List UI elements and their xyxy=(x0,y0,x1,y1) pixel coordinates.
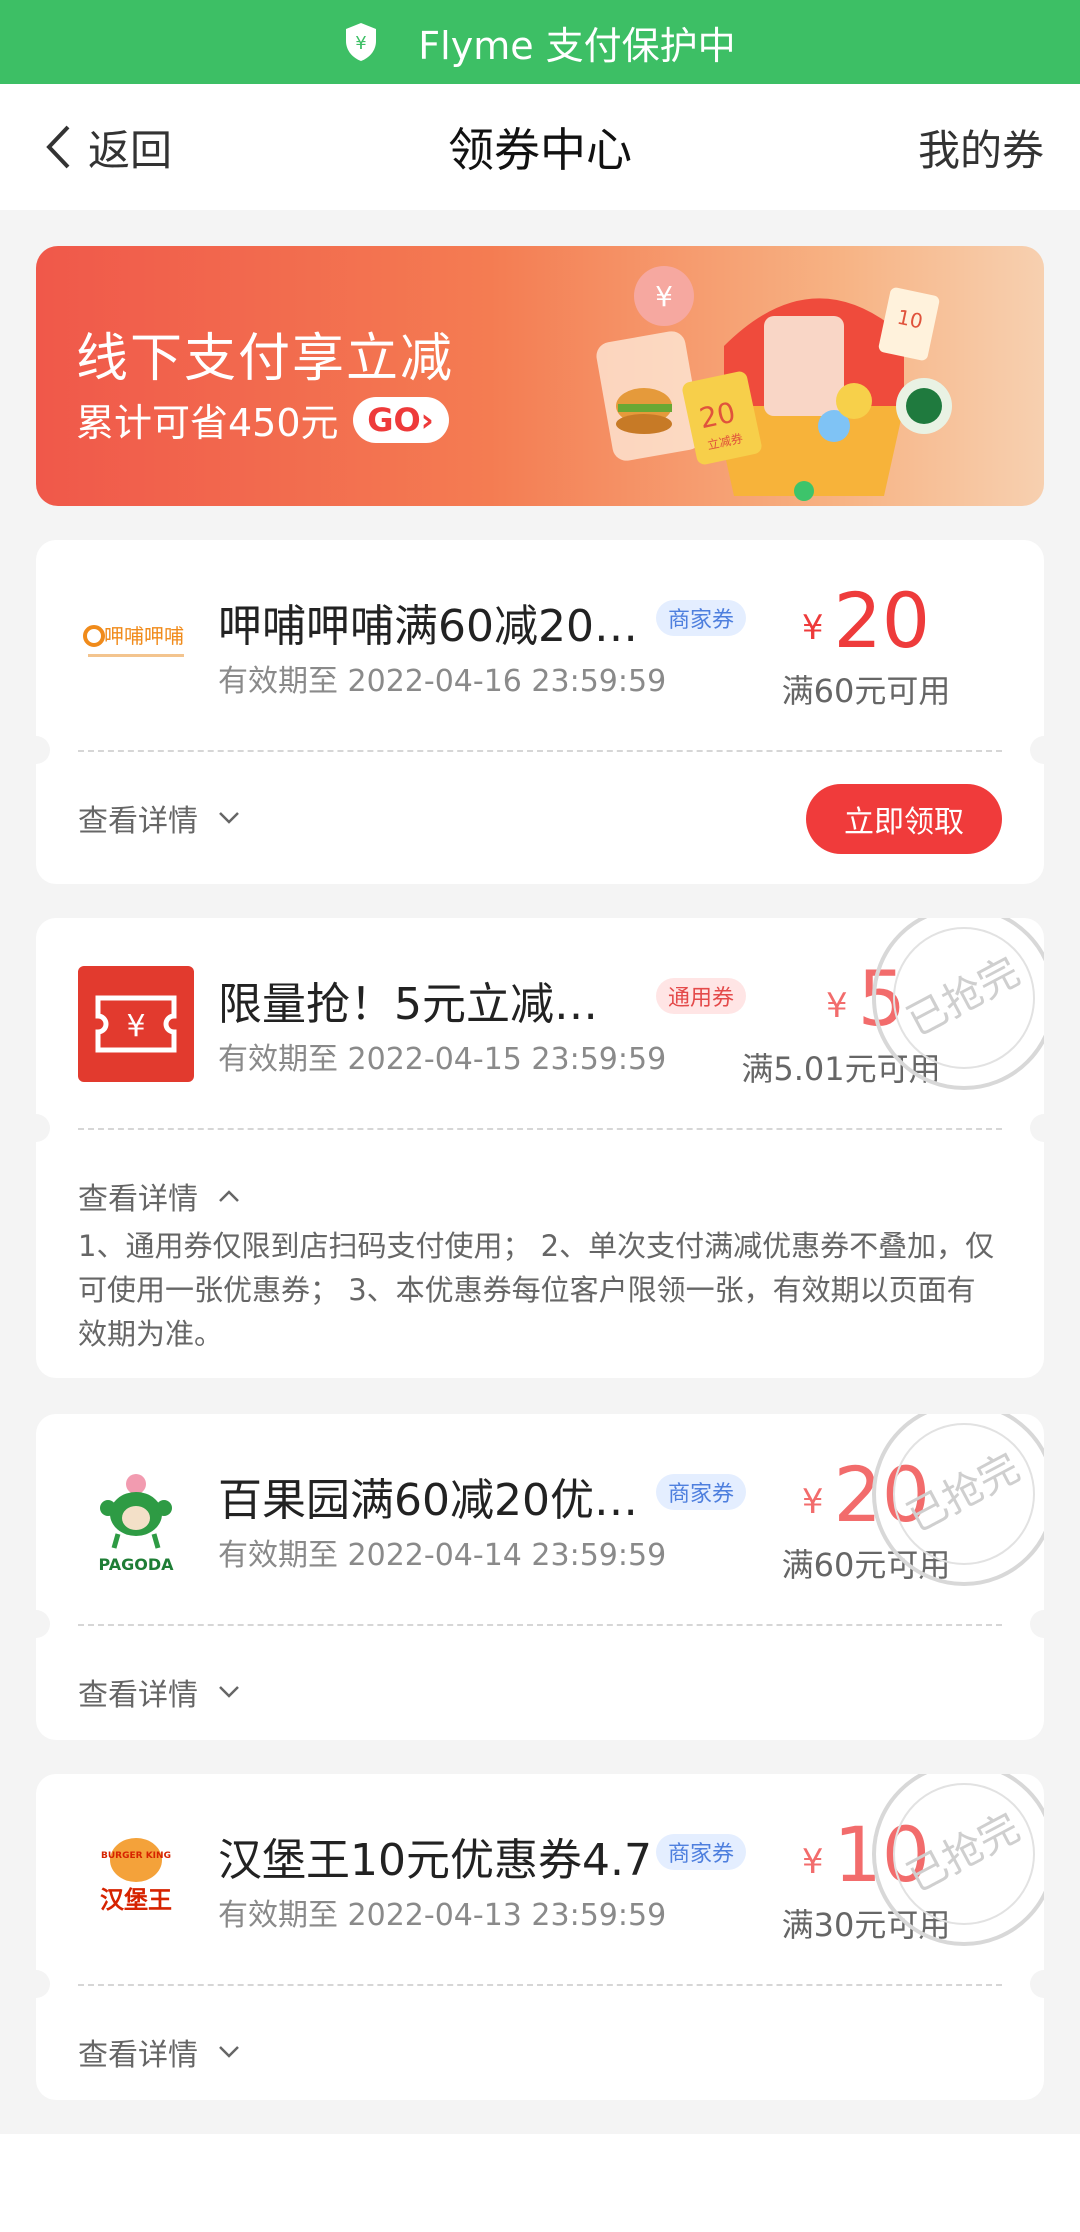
coupon-title: 限量抢！5元立减… xyxy=(218,979,598,1030)
merchant-logo: PAGODA xyxy=(78,1462,194,1578)
stamp-text: 已抢完 xyxy=(900,1805,1028,1902)
merchant-logo-text: PAGODA xyxy=(98,1555,174,1574)
view-details-toggle[interactable]: 查看详情 xyxy=(78,796,240,840)
ticket-notch xyxy=(36,736,50,764)
coupon-rules: 1、通用券仅限到店扫码支付使用； 2、单次支付满减优惠券不叠加，仅可使用一张优惠… xyxy=(78,1229,995,1351)
coupon-card: PAGODA 百果园满60减20优… 商家券 有效期至 2022-04-14 2… xyxy=(36,1414,1044,1740)
ticket-notch xyxy=(1030,1610,1044,1638)
burger-king-logo-icon: BURGER KING 汉堡王 xyxy=(100,1838,172,1914)
coupon-title: 呷哺呷哺满60减20… xyxy=(218,601,638,652)
view-details-label: 查看详情 xyxy=(78,1678,198,1713)
stamp-text: 已抢完 xyxy=(900,1445,1028,1542)
bottom-spacer xyxy=(0,2134,1080,2232)
currency-symbol: ¥ xyxy=(801,608,824,648)
ticket-notch xyxy=(1030,736,1044,764)
ticket-notch xyxy=(36,1970,50,1998)
view-details-label: 查看详情 xyxy=(78,1182,198,1217)
ticket-notch xyxy=(1030,1114,1044,1142)
coupon-card: 呷哺呷哺 呷哺呷哺满60减20… 商家券 有效期至 2022-04-16 23:… xyxy=(36,540,1044,884)
view-details-toggle[interactable]: 查看详情 xyxy=(78,2030,240,2074)
chevron-down-icon xyxy=(219,2046,239,2058)
min-spend: 满60元可用 xyxy=(781,672,951,710)
sold-out-stamp: 已抢完 xyxy=(872,1774,1044,1946)
coupon-amount: ¥20 xyxy=(746,576,986,665)
chevron-up-icon xyxy=(219,1190,239,1202)
view-details-toggle[interactable]: 查看详情 xyxy=(78,1174,240,1218)
sold-out-stamp: 已抢完 xyxy=(872,918,1044,1090)
divider xyxy=(78,1984,1002,1986)
coupon-expiry: 有效期至 2022-04-15 23:59:59 xyxy=(218,1042,667,1077)
currency-symbol: ¥ xyxy=(801,1842,824,1882)
chevron-down-icon xyxy=(219,1686,239,1698)
svg-text:¥: ¥ xyxy=(356,33,367,54)
coupon-ticket-icon: ¥ xyxy=(78,966,194,1082)
coupon-expiry: 有效期至 2022-04-14 23:59:59 xyxy=(218,1538,667,1573)
ticket-notch xyxy=(1030,1970,1044,1998)
divider xyxy=(78,750,1002,752)
banner-subtitle-row: 累计可省450元 GO › xyxy=(76,392,449,447)
view-details-label: 查看详情 xyxy=(78,804,198,839)
shield-yuan-icon: ¥ xyxy=(346,23,377,61)
merchant-logo: BURGER KING 汉堡王 xyxy=(78,1822,194,1938)
divider xyxy=(78,1624,1002,1626)
payment-protection-text: Flyme 支付保护中 xyxy=(418,23,736,68)
coupon-title: 汉堡王10元优惠券4.7 xyxy=(218,1835,652,1886)
sold-out-stamp: 已抢完 xyxy=(872,1414,1044,1586)
merchant-logo: 呷哺呷哺 xyxy=(78,588,194,704)
coupon-expiry: 有效期至 2022-04-16 23:59:59 xyxy=(218,664,667,699)
svg-text:¥: ¥ xyxy=(655,280,673,313)
merchant-logo: ¥ xyxy=(78,966,194,1082)
stamp-text: 已抢完 xyxy=(900,949,1028,1046)
view-details-label: 查看详情 xyxy=(78,2038,198,2073)
coupon-tag: 商家券 xyxy=(656,600,747,636)
xiabuxiabu-logo-icon: 呷哺呷哺 xyxy=(83,624,184,657)
chevron-down-icon xyxy=(219,812,239,824)
currency-symbol: ¥ xyxy=(801,1482,824,1522)
ticket-notch xyxy=(36,1610,50,1638)
merchant-logo-text: 汉堡王 xyxy=(100,1886,172,1914)
go-button[interactable]: GO › xyxy=(352,396,449,443)
svg-text:¥: ¥ xyxy=(126,1009,145,1044)
pagoda-logo-icon: PAGODA xyxy=(98,1474,174,1574)
my-coupons-link[interactable]: 我的券 xyxy=(918,84,1044,210)
ticket-notch xyxy=(36,1114,50,1142)
view-details-toggle[interactable]: 查看详情 xyxy=(78,1670,240,1714)
merchant-logo-text: 呷哺呷哺 xyxy=(104,624,184,648)
coupon-tag: 商家券 xyxy=(656,1834,747,1870)
navigation-bar: 返回 领券中心 我的券 xyxy=(0,84,1080,210)
coupon-title: 百果园满60减20优… xyxy=(218,1475,638,1526)
promo-banner[interactable]: 线下支付享立减 累计可省450元 GO › ¥ 20 立减券 10 xyxy=(36,246,1044,506)
go-label: GO xyxy=(367,400,421,439)
banner-subtitle: 累计可省450元 xyxy=(76,401,339,445)
banner-title: 线下支付享立减 xyxy=(76,329,455,389)
coupon-tag: 通用券 xyxy=(656,978,747,1014)
coupon-card: BURGER KING 汉堡王 汉堡王10元优惠券4.7 商家券 有效期至 20… xyxy=(36,1774,1044,2100)
merchant-logo-text-top: BURGER KING xyxy=(101,1851,171,1861)
coupon-tag: 商家券 xyxy=(656,1474,747,1510)
coupon-card: ¥ 限量抢！5元立减… 通用券 有效期至 2022-04-15 23:59:59… xyxy=(36,918,1044,1378)
divider xyxy=(78,1128,1002,1130)
currency-symbol: ¥ xyxy=(826,986,848,1026)
coupon-expiry: 有效期至 2022-04-13 23:59:59 xyxy=(218,1898,667,1933)
payment-protection-bar: ¥ Flyme 支付保护中 xyxy=(0,0,1080,84)
claim-now-button[interactable]: 立即领取 xyxy=(806,784,1002,854)
gift-box-illustration: ¥ 20 立减券 10 xyxy=(596,266,952,501)
amount-value: 20 xyxy=(833,576,931,665)
